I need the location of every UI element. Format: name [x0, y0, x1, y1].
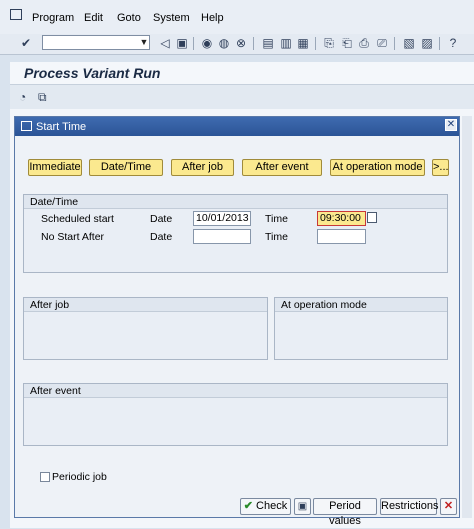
- scheduled-start-time-field[interactable]: 09:30:00: [317, 211, 366, 226]
- menu-help[interactable]: Help: [201, 12, 224, 24]
- period-values-button[interactable]: Period values: [313, 498, 377, 527]
- enter-check-icon[interactable]: ✔: [19, 36, 33, 50]
- page-title: Process Variant Run: [24, 65, 161, 81]
- toolbar-separator: [394, 37, 395, 50]
- date-time-button[interactable]: Date/Time: [89, 159, 163, 176]
- menu-edit[interactable]: Edit: [84, 12, 103, 24]
- chevron-down-icon[interactable]: ▼: [138, 35, 150, 50]
- menu-program[interactable]: Program: [32, 12, 74, 24]
- scheduled-date-label: Date: [150, 213, 173, 225]
- scheduled-start-date-field[interactable]: 10/01/2013: [193, 211, 251, 226]
- save-icon: ▣: [297, 501, 308, 512]
- after-job-button[interactable]: After job: [171, 159, 234, 176]
- window-icon: [21, 121, 32, 131]
- dialog-scrollbar[interactable]: [462, 116, 472, 518]
- value-help-icon[interactable]: [367, 212, 377, 223]
- application-toolbar: ◔ ⧉: [10, 85, 474, 109]
- save-button[interactable]: ▣: [294, 498, 311, 515]
- no-start-time-label: Time: [265, 231, 288, 243]
- scheduled-time-label: Time: [265, 213, 288, 225]
- cancel-button[interactable]: ✕: [440, 498, 457, 515]
- print-icon[interactable]: ▤: [261, 36, 275, 50]
- periodic-job-label: Periodic job: [52, 471, 107, 483]
- next-page-icon[interactable]: ⎙: [357, 36, 371, 50]
- check-icon: ✔: [243, 500, 253, 512]
- cancel-icon: ✕: [443, 500, 454, 512]
- after-job-group: After job: [23, 297, 268, 360]
- help-icon[interactable]: ?: [446, 36, 460, 50]
- group-label: Date/Time: [30, 196, 79, 208]
- command-field[interactable]: [42, 35, 150, 50]
- no-start-after-date-field[interactable]: [193, 229, 251, 244]
- periodic-job-checkbox[interactable]: [40, 472, 50, 482]
- no-start-after-label: No Start After: [41, 231, 105, 243]
- group-label: After job: [30, 299, 70, 311]
- toolbar-separator: [439, 37, 440, 50]
- find-next-icon[interactable]: ▦: [296, 36, 310, 50]
- exit-icon[interactable]: ◍: [217, 36, 231, 50]
- at-operation-mode-group: At operation mode: [274, 297, 448, 360]
- dialog-title: Start Time: [36, 121, 87, 133]
- no-start-after-time-field[interactable]: [317, 229, 366, 244]
- check-label: Check: [256, 500, 288, 512]
- menu-system[interactable]: System: [153, 12, 190, 24]
- find-icon[interactable]: ▥: [279, 36, 293, 50]
- save-icon[interactable]: ▣: [175, 36, 189, 50]
- immediate-button[interactable]: Immediate: [28, 159, 82, 176]
- cancel-icon[interactable]: ⊗: [234, 36, 248, 50]
- last-page-icon[interactable]: ⎚: [375, 36, 389, 50]
- start-condition-icon[interactable]: ◔: [19, 90, 26, 104]
- toolbar-separator: [315, 37, 316, 50]
- back-nav-icon[interactable]: ◉: [200, 36, 214, 50]
- standard-toolbar: ✔ ▼ ◁ ▣ ◉ ◍ ⊗ ▤ ▥ ▦ ⎘ ⎗ ⎙ ⎚ ▧ ▨ ?: [0, 34, 474, 55]
- close-icon[interactable]: ✕: [445, 119, 457, 131]
- menu-bar: Program Edit Goto System Help: [0, 0, 474, 35]
- menu-icon[interactable]: [10, 9, 22, 20]
- new-session-icon[interactable]: ▧: [402, 36, 416, 50]
- toolbar-separator: [193, 37, 194, 50]
- group-label: After event: [30, 385, 81, 397]
- after-event-group: After event: [23, 383, 448, 446]
- toolbar-separator: [253, 37, 254, 50]
- restrictions-button[interactable]: Restrictions: [380, 498, 438, 515]
- first-page-icon[interactable]: ⎘: [322, 36, 336, 50]
- previous-page-icon[interactable]: ⎗: [340, 36, 354, 50]
- back-icon[interactable]: ◁: [158, 36, 172, 50]
- no-start-date-label: Date: [150, 231, 173, 243]
- group-label: At operation mode: [281, 299, 367, 311]
- copy-icon[interactable]: ⧉: [38, 90, 47, 105]
- at-operation-mode-button[interactable]: At operation mode: [330, 159, 425, 176]
- menu-goto[interactable]: Goto: [117, 12, 141, 24]
- shortcut-icon[interactable]: ▨: [420, 36, 434, 50]
- after-event-button[interactable]: After event: [242, 159, 322, 176]
- scheduled-start-label: Scheduled start: [41, 213, 114, 225]
- check-button[interactable]: ✔ Check: [240, 498, 291, 515]
- more-button[interactable]: >...: [432, 159, 449, 176]
